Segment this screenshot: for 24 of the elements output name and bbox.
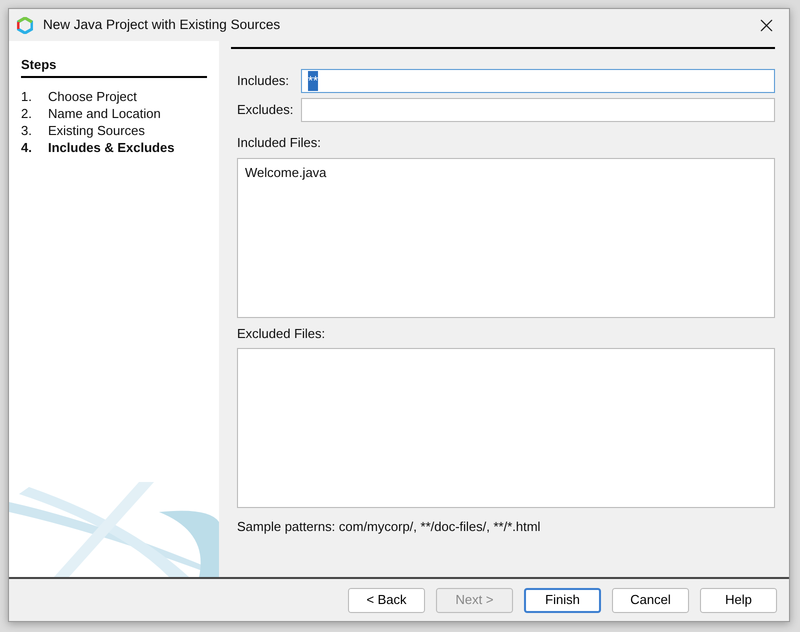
step-label: Existing Sources [48, 122, 145, 138]
step-label: Includes & Excludes [48, 138, 174, 156]
step-number: 4. [21, 138, 33, 156]
list-label: Included Files: [237, 134, 322, 152]
steps-title: Steps [21, 55, 207, 78]
step-label: Choose Project [48, 88, 137, 104]
field-label: Includes: [237, 72, 290, 90]
sample-patterns-text: Sample patterns: com/mycorp/, **/doc-files/, **/*.html [237, 518, 542, 536]
step-number: 3. [21, 122, 33, 138]
text-field[interactable]: ** [301, 69, 775, 93]
app-logo-icon [17, 16, 33, 34]
file-item[interactable]: Welcome.java [245, 162, 767, 182]
close-icon[interactable] [760, 19, 773, 32]
step-number: 2. [21, 104, 33, 122]
wizard-button[interactable]: Help [700, 588, 777, 612]
wizard-button[interactable]: Finish [524, 588, 601, 612]
wizard-button[interactable]: < Back [348, 588, 425, 612]
text-field[interactable] [301, 98, 775, 122]
window-title: New Java Project with Existing Sources [43, 16, 280, 34]
list-label: Excluded Files: [237, 324, 326, 342]
wizard-button[interactable]: Cancel [612, 588, 689, 612]
field-label: Excludes: [237, 101, 294, 120]
step-label: Name and Location [48, 104, 161, 122]
step-number: 1. [21, 88, 33, 104]
